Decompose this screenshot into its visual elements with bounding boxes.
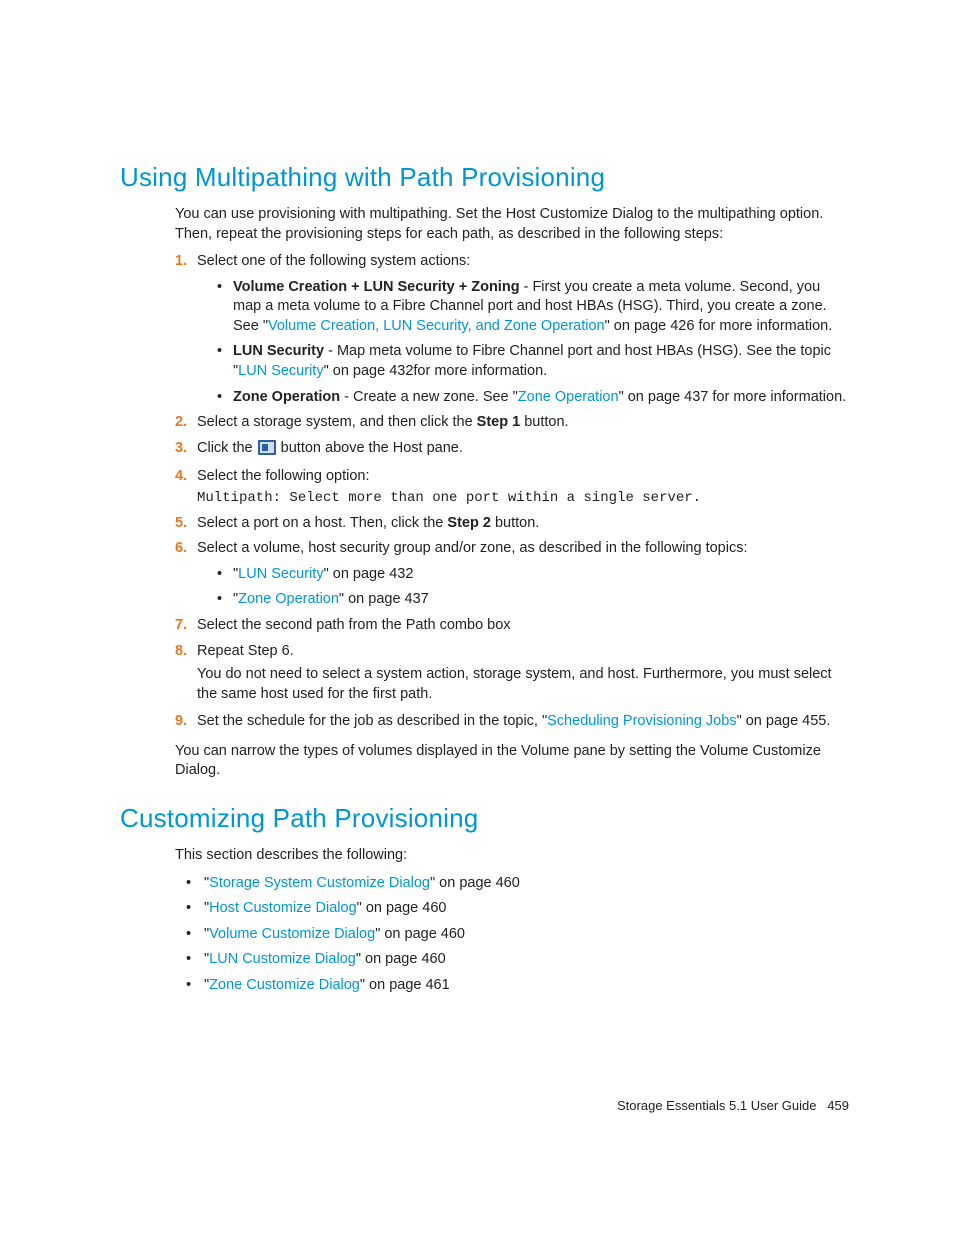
step-8: 8. Repeat Step 6. You do not need to sel… bbox=[175, 642, 849, 705]
link-lun-customize[interactable]: LUN Customize Dialog bbox=[209, 951, 356, 967]
step-1: 1. Select one of the following system ac… bbox=[175, 252, 849, 407]
link-lun-security[interactable]: LUN Security bbox=[238, 363, 323, 379]
step-text: Repeat Step 6. bbox=[197, 643, 294, 659]
action-label: Volume Creation + LUN Security + Zoning bbox=[233, 279, 520, 295]
step-7: 7. Select the second path from the Path … bbox=[175, 616, 849, 636]
document-page: Using Multipathing with Path Provisionin… bbox=[0, 0, 954, 1235]
step-number: 5. bbox=[175, 514, 187, 534]
page-footer: Storage Essentials 5.1 User Guide 459 bbox=[617, 1097, 849, 1115]
link-item-zone: "Zone Customize Dialog" on page 461 bbox=[180, 976, 849, 996]
step-pre: Select a storage system, and then click … bbox=[197, 414, 477, 430]
step-5: 5. Select a port on a host. Then, click … bbox=[175, 514, 849, 534]
step6-links: "LUN Security" on page 432 "Zone Operati… bbox=[217, 565, 849, 610]
action-tail: " on page 426 for more information. bbox=[605, 318, 833, 334]
action-volume-creation: Volume Creation + LUN Security + Zoning … bbox=[217, 278, 849, 337]
step-pre: Set the schedule for the job as describe… bbox=[197, 713, 547, 729]
link-item-storage: "Storage System Customize Dialog" on pag… bbox=[180, 874, 849, 894]
step6-lun-security: "LUN Security" on page 432 bbox=[217, 565, 849, 585]
link-host-customize[interactable]: Host Customize Dialog bbox=[209, 900, 356, 916]
ordered-steps: 1. Select one of the following system ac… bbox=[175, 252, 849, 732]
footer-page: 459 bbox=[827, 1098, 849, 1113]
step1-button-label: Step 1 bbox=[477, 414, 521, 430]
tail: " on page 460 bbox=[356, 951, 446, 967]
link-volume-creation[interactable]: Volume Creation, LUN Security, and Zone … bbox=[268, 318, 605, 334]
step-number: 8. bbox=[175, 642, 187, 662]
action-label: Zone Operation bbox=[233, 389, 340, 405]
step8-follow: You do not need to select a system actio… bbox=[197, 665, 849, 704]
tail: " on page 437 bbox=[339, 591, 429, 607]
step-number: 7. bbox=[175, 616, 187, 636]
heading-customizing: Customizing Path Provisioning bbox=[120, 801, 849, 836]
link-item-lun: "LUN Customize Dialog" on page 460 bbox=[180, 950, 849, 970]
step-pre: Click the bbox=[197, 440, 257, 456]
link-lun-security[interactable]: LUN Security bbox=[238, 566, 323, 582]
intro-paragraph: You can use provisioning with multipathi… bbox=[175, 205, 849, 244]
link-zone-operation[interactable]: Zone Operation bbox=[518, 389, 619, 405]
heading-multipathing: Using Multipathing with Path Provisionin… bbox=[120, 160, 849, 195]
action-lun-security: LUN Security - Map meta volume to Fibre … bbox=[217, 342, 849, 381]
step-9: 9. Set the schedule for the job as descr… bbox=[175, 712, 849, 732]
step-post: button. bbox=[520, 414, 568, 430]
outro-paragraph: You can narrow the types of volumes disp… bbox=[175, 742, 849, 781]
system-actions-list: Volume Creation + LUN Security + Zoning … bbox=[217, 278, 849, 407]
link-item-volume: "Volume Customize Dialog" on page 460 bbox=[180, 925, 849, 945]
step-number: 9. bbox=[175, 712, 187, 732]
action-label: LUN Security bbox=[233, 343, 324, 359]
link-volume-customize[interactable]: Volume Customize Dialog bbox=[209, 926, 375, 942]
host-icon bbox=[258, 440, 276, 462]
tail: " on page 461 bbox=[360, 977, 450, 993]
customize-links-list: "Storage System Customize Dialog" on pag… bbox=[180, 874, 849, 996]
step-number: 4. bbox=[175, 467, 187, 487]
step6-zone-operation: "Zone Operation" on page 437 bbox=[217, 590, 849, 610]
step-3: 3. Click the button above the Host pane. bbox=[175, 439, 849, 462]
link-zone-operation[interactable]: Zone Operation bbox=[238, 591, 339, 607]
section2-intro: This section describes the following: bbox=[175, 846, 849, 866]
tail: " on page 432 bbox=[324, 566, 414, 582]
step-text: Select the following option: bbox=[197, 468, 370, 484]
step-pre: Select a port on a host. Then, click the bbox=[197, 515, 447, 531]
link-zone-customize[interactable]: Zone Customize Dialog bbox=[209, 977, 360, 993]
link-scheduling-jobs[interactable]: Scheduling Provisioning Jobs bbox=[547, 713, 736, 729]
link-item-host: "Host Customize Dialog" on page 460 bbox=[180, 899, 849, 919]
multipath-option-text: Multipath: Select more than one port wit… bbox=[197, 489, 849, 508]
step-text: Select one of the following system actio… bbox=[197, 253, 470, 269]
step-post: button. bbox=[491, 515, 539, 531]
action-tail: " on page 437 for more information. bbox=[619, 389, 847, 405]
step-6: 6. Select a volume, host security group … bbox=[175, 539, 849, 610]
tail: " on page 460 bbox=[357, 900, 447, 916]
step-post: " on page 455. bbox=[737, 713, 831, 729]
action-desc: - Create a new zone. See " bbox=[340, 389, 518, 405]
action-tail: " on page 432for more information. bbox=[324, 363, 548, 379]
step-text: Select a volume, host security group and… bbox=[197, 540, 748, 556]
action-zone-operation: Zone Operation - Create a new zone. See … bbox=[217, 388, 849, 408]
step-post: button above the Host pane. bbox=[277, 440, 463, 456]
step-number: 1. bbox=[175, 252, 187, 272]
step-number: 2. bbox=[175, 413, 187, 433]
step-number: 6. bbox=[175, 539, 187, 559]
footer-title: Storage Essentials 5.1 User Guide bbox=[617, 1098, 816, 1113]
step-text: Select the second path from the Path com… bbox=[197, 617, 511, 633]
tail: " on page 460 bbox=[430, 875, 520, 891]
step2-button-label: Step 2 bbox=[447, 515, 491, 531]
step-2: 2. Select a storage system, and then cli… bbox=[175, 413, 849, 433]
step-number: 3. bbox=[175, 439, 187, 459]
step-4: 4. Select the following option: Multipat… bbox=[175, 467, 849, 507]
link-storage-customize[interactable]: Storage System Customize Dialog bbox=[209, 875, 430, 891]
tail: " on page 460 bbox=[375, 926, 465, 942]
